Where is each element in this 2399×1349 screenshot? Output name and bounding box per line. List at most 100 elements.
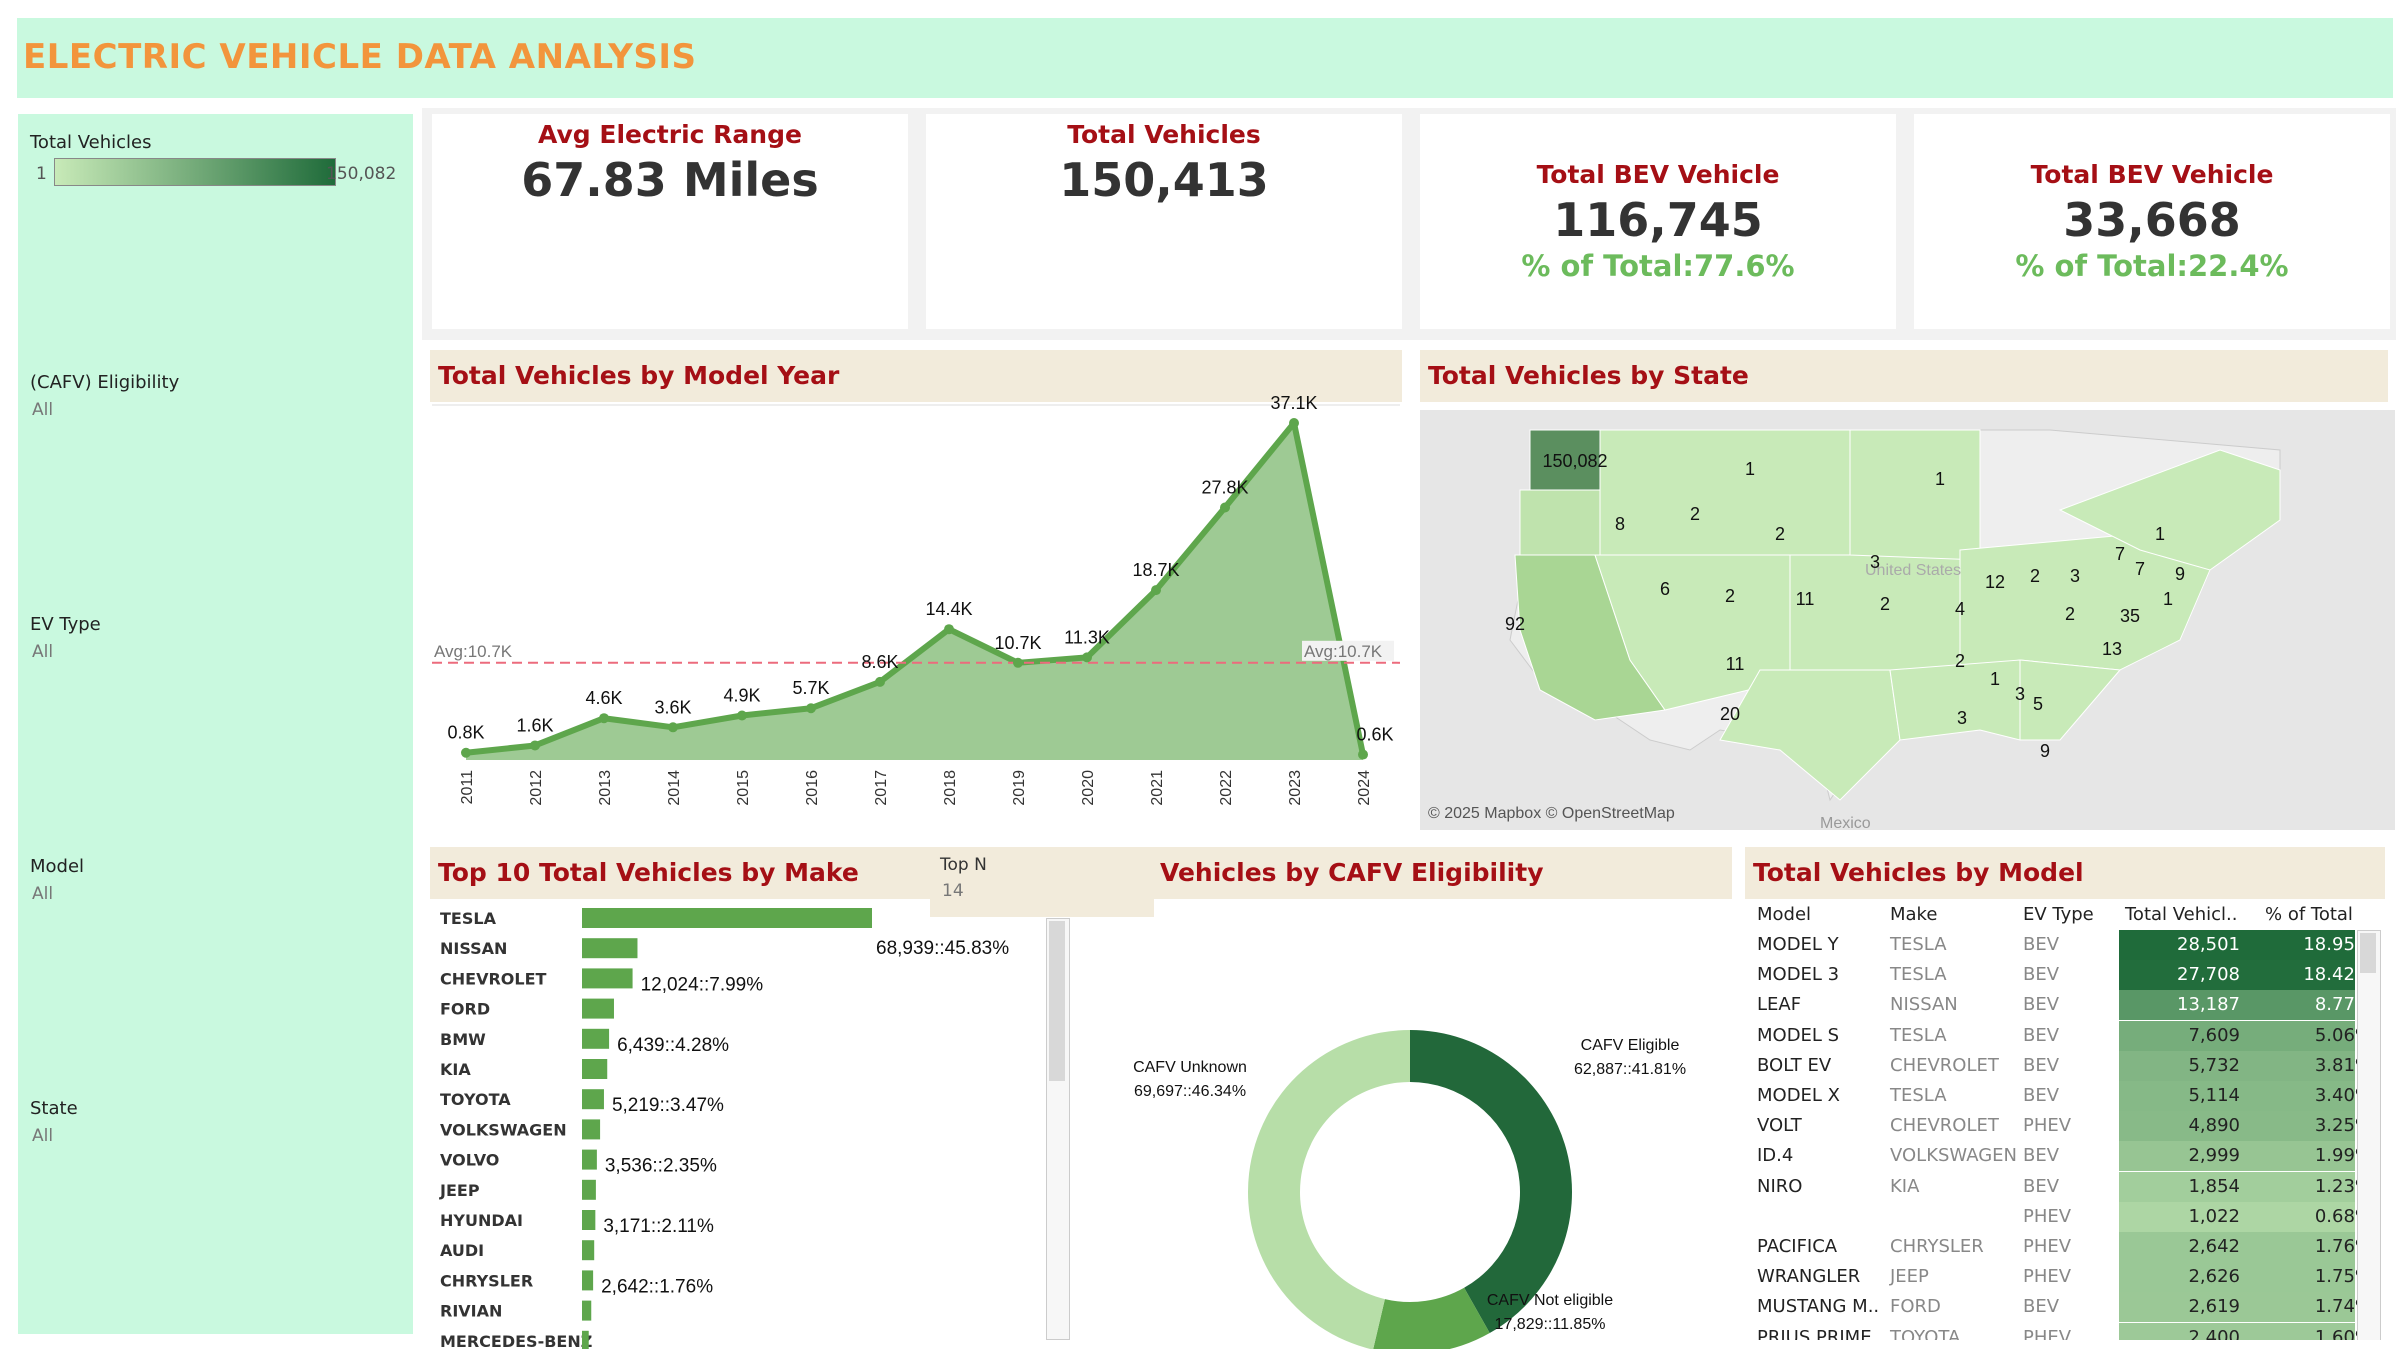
bar[interactable] xyxy=(582,1149,597,1170)
table-cell: PHEV xyxy=(2023,1266,2072,1288)
state-minnesota[interactable] xyxy=(1849,429,1981,561)
state-value-label: 2 xyxy=(2065,604,2075,624)
table-cell: TESLA xyxy=(1890,964,1947,986)
ev-type-filter[interactable]: All xyxy=(32,642,53,662)
data-point[interactable] xyxy=(1013,657,1023,668)
table-cell: BEV xyxy=(2023,1296,2060,1318)
bar[interactable] xyxy=(582,1179,596,1200)
data-point[interactable] xyxy=(806,703,816,714)
data-point[interactable] xyxy=(1358,749,1368,760)
kpi-value: 33,668 xyxy=(2063,193,2241,247)
bar[interactable] xyxy=(582,1240,595,1261)
bar[interactable] xyxy=(582,1210,596,1230)
state-value-label: 3 xyxy=(1870,552,1880,572)
table-row[interactable]: MUSTANG M.. FORD BEV 2,619 1.74% xyxy=(1745,1292,2385,1323)
table-row[interactable]: MODEL S TESLA BEV 7,609 5.06% xyxy=(1745,1020,2385,1051)
table-cell: LEAF xyxy=(1757,994,1802,1016)
table-row[interactable]: VOLT CHEVROLET PHEV 4,890 3.25% xyxy=(1745,1111,2385,1142)
table-row[interactable]: BOLT EV CHEVROLET BEV 5,732 3.81% xyxy=(1745,1050,2385,1081)
table-cell: 1.99% xyxy=(2314,1145,2372,1167)
cafv-filter[interactable]: All xyxy=(32,400,53,420)
state-value-label: 3 xyxy=(2070,566,2080,586)
state-value-label: 3 xyxy=(2015,684,2025,704)
data-point[interactable] xyxy=(737,710,747,721)
bar[interactable] xyxy=(582,1330,589,1349)
table-row[interactable]: PRIUS PRIME TOYOTA PHEV 2,400 1.60% xyxy=(1745,1322,2385,1340)
data-point[interactable] xyxy=(461,747,471,758)
bar[interactable] xyxy=(582,1119,601,1140)
data-point[interactable] xyxy=(1082,652,1092,663)
kpi-label: Total BEV Vehicle xyxy=(1536,160,1780,189)
data-point[interactable] xyxy=(668,722,678,733)
model-filter-label: Model xyxy=(30,856,85,877)
model-filter[interactable]: All xyxy=(32,884,53,904)
make-chart-scrollbar[interactable] xyxy=(1046,918,1070,1340)
table-row[interactable]: WRANGLER JEEP PHEV 2,626 1.75% xyxy=(1745,1262,2385,1293)
data-point[interactable] xyxy=(599,713,609,724)
data-point[interactable] xyxy=(944,624,954,635)
map-mexico-label: Mexico xyxy=(1820,815,1871,832)
data-point[interactable] xyxy=(875,676,885,687)
x-tick-label: 2020 xyxy=(1080,770,1097,806)
cafv-donut-chart: CAFV Eligible62,887::41.81%CAFV Not elig… xyxy=(1133,1030,1686,1349)
state-map[interactable]: © 2025 Mapbox © OpenStreetMap Mexico Uni… xyxy=(1420,410,2395,832)
scrollbar-thumb[interactable] xyxy=(2360,933,2376,973)
table-scrollbar[interactable] xyxy=(2357,930,2381,1340)
kpi-phev: Total BEV Vehicle 33,668 % of Total:22.4… xyxy=(1914,114,2390,329)
table-cell: BEV xyxy=(2023,1054,2060,1076)
column-header[interactable]: Make xyxy=(1890,904,1937,925)
state-filter[interactable]: All xyxy=(32,1126,53,1146)
table-row[interactable]: PACIFICA CHRYSLER PHEV 2,642 1.76% xyxy=(1745,1232,2385,1262)
state-north[interactable] xyxy=(1599,429,1851,556)
table-cell: PHEV xyxy=(2023,1326,2072,1340)
bar[interactable] xyxy=(582,1028,610,1049)
data-point[interactable] xyxy=(1220,502,1230,513)
table-row[interactable]: MODEL X TESLA BEV 5,114 3.40% xyxy=(1745,1081,2385,1111)
column-header[interactable]: Total Vehicl.. xyxy=(2125,904,2255,925)
donut-value-label: 62,887::41.81% xyxy=(1574,1061,1686,1078)
donut-category-label: CAFV Not eligible xyxy=(1487,1292,1613,1309)
state-south[interactable] xyxy=(1889,659,2021,741)
column-header[interactable]: Model xyxy=(1757,904,1811,925)
x-tick-label: 2015 xyxy=(735,770,752,806)
kpi-label: Total BEV Vehicle xyxy=(2030,160,2274,189)
table-cell: KIA xyxy=(1890,1175,1920,1197)
kpi-percent: % of Total:22.4% xyxy=(2015,249,2289,283)
bar[interactable] xyxy=(582,1300,592,1321)
table-cell: MUSTANG M.. xyxy=(1757,1296,1880,1318)
table-cell: BOLT EV xyxy=(1757,1054,1832,1076)
data-point[interactable] xyxy=(530,740,540,751)
table-cell: 18.42% xyxy=(2303,964,2372,986)
legend-min: 1 xyxy=(36,164,47,184)
bar[interactable] xyxy=(582,938,638,959)
data-point[interactable] xyxy=(1151,585,1161,596)
donut-slice[interactable] xyxy=(1410,1030,1572,1334)
column-header[interactable]: EV Type xyxy=(2023,904,2094,925)
table-row[interactable]: PHEV 1,022 0.68% xyxy=(1745,1201,2385,1232)
table-row[interactable]: ID.4 VOLKSWAGEN BEV 2,999 1.99% xyxy=(1745,1141,2385,1172)
bar[interactable] xyxy=(582,968,633,989)
color-legend-ramp xyxy=(54,158,336,186)
make-bar-chart: TESLA68,939::45.83% NISSANCHEVROLET 12,024… xyxy=(439,908,1009,1349)
data-label: 14.4K xyxy=(925,599,972,619)
table-cell: CHEVROLET xyxy=(1890,1115,1999,1137)
table-cell: NISSAN xyxy=(1890,994,1958,1016)
bar[interactable] xyxy=(582,998,614,1019)
scrollbar-thumb[interactable] xyxy=(1049,921,1065,1081)
table-row[interactable]: MODEL 3 TESLA BEV 27,708 18.42% xyxy=(1745,960,2385,991)
data-label: 0.6K xyxy=(1356,725,1393,745)
bar[interactable] xyxy=(582,1270,594,1291)
top-n-value[interactable]: 14 xyxy=(942,881,964,901)
bar[interactable] xyxy=(582,1089,604,1110)
table-cell: 1.74% xyxy=(2314,1296,2372,1318)
bar-category-label: CHEVROLET xyxy=(440,969,546,988)
data-label: 1.6K xyxy=(516,715,553,735)
table-row[interactable]: NIRO KIA BEV 1,854 1.23% xyxy=(1745,1171,2385,1202)
table-row[interactable]: LEAF NISSAN BEV 13,187 8.77% xyxy=(1745,990,2385,1021)
column-header[interactable]: % of Total xyxy=(2265,904,2380,925)
table-cell: 28,501 xyxy=(2177,934,2240,955)
bar[interactable] xyxy=(582,908,872,928)
bar[interactable] xyxy=(582,1059,608,1079)
table-row[interactable]: MODEL Y TESLA BEV 28,501 18.95% xyxy=(1745,930,2385,960)
data-point[interactable] xyxy=(1289,418,1299,428)
